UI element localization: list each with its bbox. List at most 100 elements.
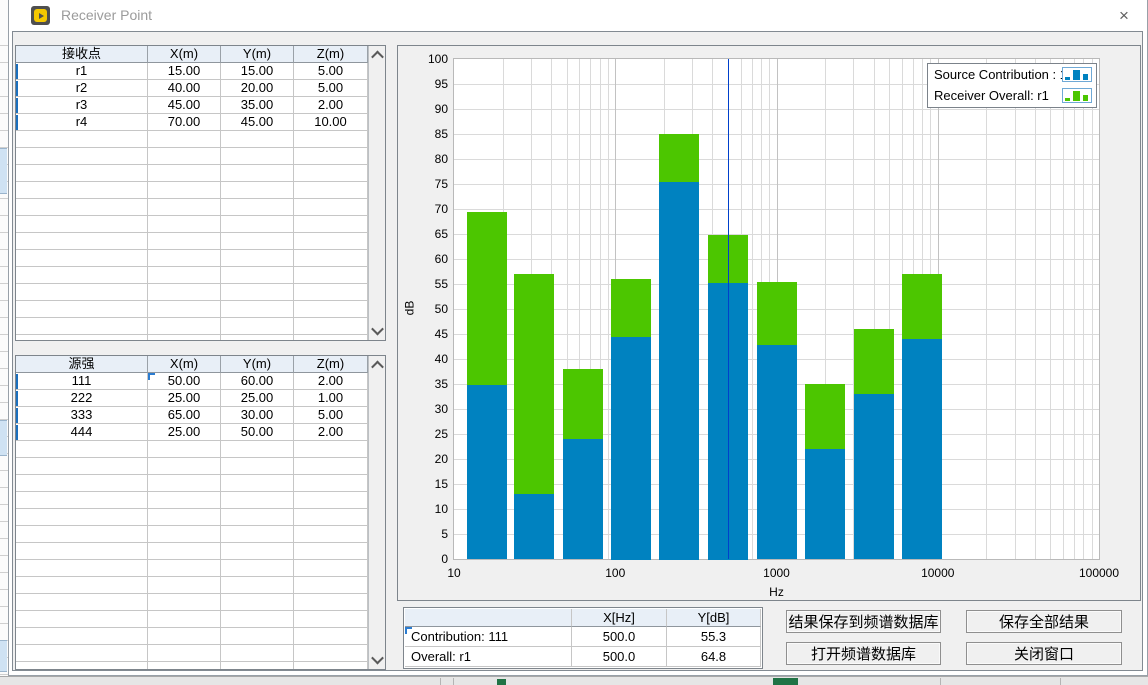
save-all-results-button[interactable]: 保存全部结果 (966, 610, 1122, 633)
legend-item[interactable]: Receiver Overall: r1 (928, 85, 1096, 106)
table-cell[interactable]: 1.00 (294, 390, 368, 407)
readout-value-cell: 55.3 (667, 627, 761, 647)
table-cell[interactable]: 5.00 (294, 80, 368, 97)
table-row-empty (16, 233, 368, 250)
table-row-empty (16, 148, 368, 165)
table-cell[interactable]: 5.00 (294, 63, 368, 80)
table-cell-empty (148, 267, 221, 284)
table-cell[interactable]: 45.00 (148, 97, 221, 114)
y-tick-label: 20 (412, 452, 448, 466)
table-cell[interactable]: 40.00 (148, 80, 221, 97)
table-cell[interactable]: 25.00 (148, 424, 221, 441)
table-cell[interactable]: 25.00 (148, 390, 221, 407)
column-header: Z(m) (294, 356, 368, 373)
table-row-empty (16, 335, 368, 340)
legend-label: Source Contribution : 111 (934, 64, 1080, 85)
table-cell-empty (221, 441, 294, 458)
table-row-empty (16, 509, 368, 526)
row-selection-marker (16, 425, 18, 440)
table-cell[interactable]: 45.00 (221, 114, 294, 131)
spectrum-chart: 0510152025303540455055606570758085909510… (397, 45, 1141, 601)
table-cell[interactable]: 111 (16, 373, 148, 390)
table-cell-empty (148, 131, 221, 148)
readout-label-cell: Overall: r1 (405, 647, 572, 667)
chart-cursor-line[interactable] (728, 59, 729, 559)
vertical-scrollbar[interactable] (368, 356, 385, 669)
table-cell[interactable]: 15.00 (148, 63, 221, 80)
receiver_table-header-row: 接收点X(m)Y(m)Z(m) (16, 46, 368, 63)
table-cell[interactable]: 70.00 (148, 114, 221, 131)
mini-bar-chart-icon (1062, 67, 1092, 82)
background-divider (453, 678, 454, 685)
table-cell[interactable]: 25.00 (221, 390, 294, 407)
table-cell[interactable]: 35.00 (221, 97, 294, 114)
table-cell[interactable]: 2.00 (294, 373, 368, 390)
vertical-scrollbar[interactable] (368, 46, 385, 340)
table-cell[interactable]: 60.00 (221, 373, 294, 390)
cursor-readout-table: X[Hz]Y[dB]Contribution: 111500.055.3Over… (403, 607, 763, 669)
table-cell[interactable]: r4 (16, 114, 148, 131)
open-spectrum-db-button[interactable]: 打开频谱数据库 (786, 642, 941, 665)
close-window-button[interactable]: 关闭窗口 (966, 642, 1122, 665)
table-cell[interactable]: 2.00 (294, 424, 368, 441)
chevron-up-icon[interactable] (369, 357, 385, 374)
source-table[interactable]: 源强X(m)Y(m)Z(m)11150.0060.002.0022225.002… (15, 355, 386, 670)
table-cell-empty (294, 335, 368, 340)
focused-cell[interactable]: 50.00 (148, 373, 221, 390)
background-gridline (0, 368, 8, 369)
title-bar[interactable]: Receiver Point × (9, 0, 1147, 31)
table-cell[interactable]: 222 (16, 390, 148, 407)
receiver-table[interactable]: 接收点X(m)Y(m)Z(m)r115.0015.005.00r240.0020… (15, 45, 386, 341)
table-cell[interactable]: 20.00 (221, 80, 294, 97)
table-row: 11150.0060.002.00 (16, 373, 368, 390)
table-cell-empty (16, 250, 148, 267)
table-cell-empty (148, 662, 221, 669)
table-cell-empty (148, 165, 221, 182)
table-cell-empty (16, 543, 148, 560)
table-cell[interactable]: 444 (16, 424, 148, 441)
table-cell-empty (221, 458, 294, 475)
chevron-down-glyph (371, 652, 384, 665)
table-cell[interactable]: r2 (16, 80, 148, 97)
table-cell-empty (16, 577, 148, 594)
background-gridline (0, 79, 8, 80)
save-results-to-spectrum-db-button[interactable]: 结果保存到频谱数据库 (786, 610, 941, 633)
table-cell-empty (221, 216, 294, 233)
y-tick-label: 25 (412, 427, 448, 441)
plot-legend[interactable]: Source Contribution : 111Receiver Overal… (927, 63, 1097, 108)
table-cell[interactable]: 30.00 (221, 407, 294, 424)
chevron-down-icon[interactable] (369, 322, 385, 339)
table-cell-empty (221, 284, 294, 301)
table-cell[interactable]: r3 (16, 97, 148, 114)
chevron-down-icon[interactable] (369, 651, 385, 668)
table-cell-empty (294, 284, 368, 301)
table-cell-empty (16, 628, 148, 645)
table-cell-empty (294, 233, 368, 250)
chevron-up-icon[interactable] (369, 47, 385, 64)
table-cell[interactable]: 5.00 (294, 407, 368, 424)
close-icon[interactable]: × (1113, 5, 1135, 27)
table-cell-empty (221, 577, 294, 594)
table-cell[interactable]: 50.00 (221, 424, 294, 441)
receiver-point-window: Receiver Point × 接收点X(m)Y(m)Z(m)r115.001… (8, 0, 1148, 676)
table-row-empty (16, 543, 368, 560)
table-cell[interactable]: 333 (16, 407, 148, 424)
y-tick-label: 95 (412, 77, 448, 91)
legend-item[interactable]: Source Contribution : 111 (928, 64, 1096, 85)
table-row-empty (16, 475, 368, 492)
table-row-empty (16, 526, 368, 543)
source_table-grid: 源强X(m)Y(m)Z(m)11150.0060.002.0022225.002… (16, 356, 368, 669)
table-cell[interactable]: r1 (16, 63, 148, 80)
y-tick-label: 45 (412, 327, 448, 341)
table-cell[interactable]: 15.00 (221, 63, 294, 80)
table-cell[interactable]: 10.00 (294, 114, 368, 131)
table-cell-empty (16, 458, 148, 475)
gridline (1035, 59, 1036, 559)
table-cell-empty (148, 458, 221, 475)
chart-plot-area[interactable] (454, 59, 1099, 559)
table-cell[interactable]: 65.00 (148, 407, 221, 424)
background-gridline (0, 62, 8, 63)
readout-value-cell: 500.0 (572, 647, 667, 667)
table-cell[interactable]: 2.00 (294, 97, 368, 114)
mini-bar-chart-icon (1062, 88, 1092, 103)
